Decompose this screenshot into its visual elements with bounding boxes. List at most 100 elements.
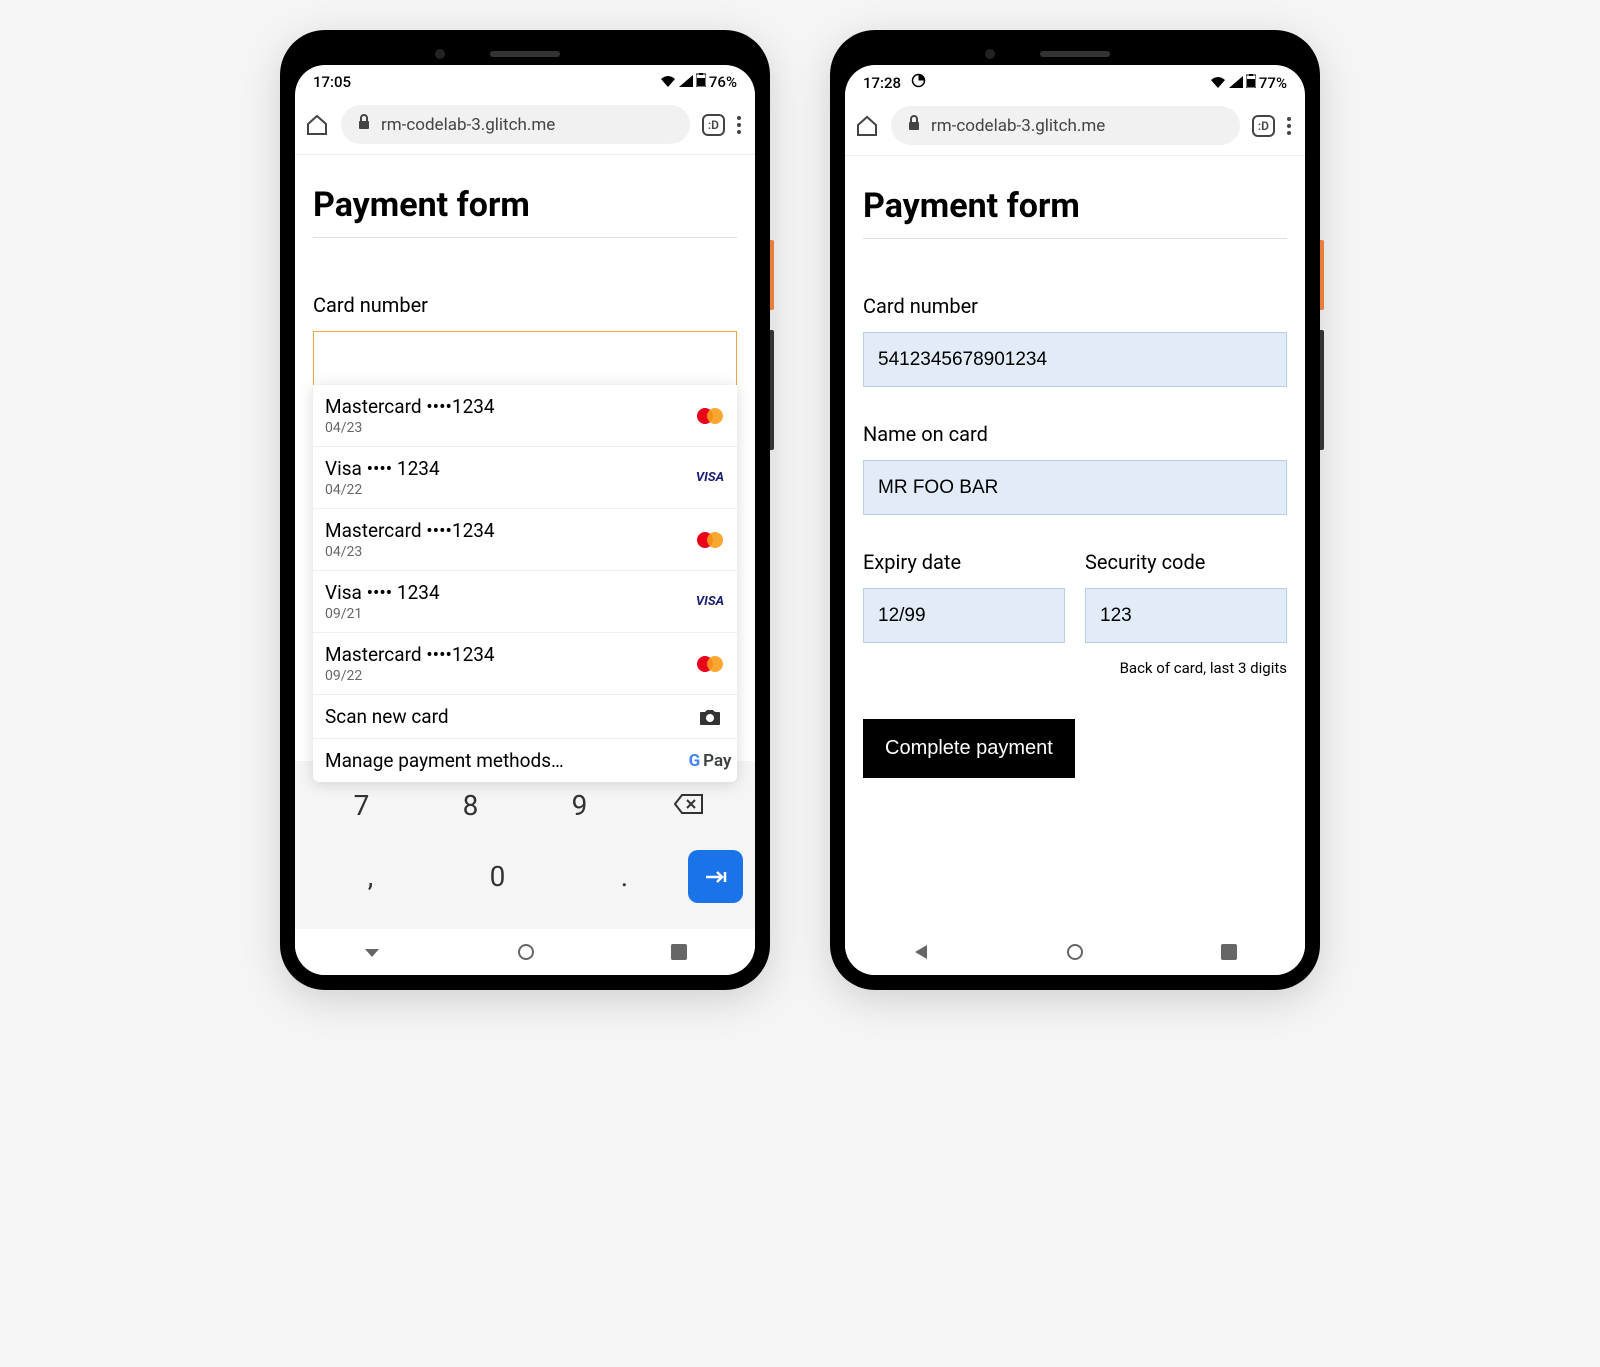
autofill-card-sub: 09/21 (325, 606, 440, 622)
autofill-item[interactable]: Mastercard ••••1234 09/22 (313, 633, 737, 695)
camera-icon (695, 708, 725, 726)
key-0[interactable]: 0 (434, 850, 561, 903)
name-label: Name on card (863, 422, 1287, 446)
scan-card-label: Scan new card (325, 705, 449, 728)
cvc-hint: Back of card, last 3 digits (863, 659, 1287, 677)
page-content: Payment form Card number Mastercard ••••… (295, 155, 755, 761)
status-time: 17:28 (863, 74, 901, 92)
home-icon[interactable] (855, 114, 879, 138)
name-field-group: Name on card (863, 422, 1287, 515)
autofill-card-sub: 04/22 (325, 482, 440, 498)
phone-screen: 17:28 77% rm-codelab-3.glitch.me (845, 65, 1305, 975)
cvc-input[interactable] (1085, 588, 1287, 643)
status-time: 17:05 (313, 73, 351, 91)
autofill-card-sub: 04/23 (325, 420, 495, 436)
visa-icon: VISA (695, 470, 725, 485)
key-9[interactable]: 9 (525, 779, 634, 832)
expiry-field-group: Expiry date (863, 550, 1065, 643)
manage-payment-item[interactable]: Manage payment methods… G Pay (313, 739, 737, 782)
card-number-field-group: Card number (863, 294, 1287, 387)
autofill-card-sub: 04/23 (325, 544, 495, 560)
visa-icon: VISA (695, 594, 725, 609)
scan-card-item[interactable]: Scan new card (313, 695, 737, 739)
battery-level: 77% (1259, 74, 1287, 92)
autofill-card-title: Mastercard ••••1234 (325, 519, 495, 542)
status-right: 77% (1210, 74, 1287, 92)
name-input[interactable] (863, 460, 1287, 515)
battery-level: 76% (709, 73, 737, 91)
speaker-grille (490, 51, 560, 57)
battery-icon (1246, 74, 1256, 92)
nav-recent-icon[interactable] (1221, 944, 1237, 964)
nav-recent-icon[interactable] (671, 944, 687, 964)
autofill-dropdown: Mastercard ••••1234 04/23 Visa •••• 1234… (313, 385, 737, 782)
expiry-input[interactable] (863, 588, 1065, 643)
lock-icon (907, 115, 921, 136)
card-number-field-group: Card number (313, 293, 737, 386)
autofill-item[interactable]: Mastercard ••••1234 04/23 (313, 385, 737, 447)
gpay-icon: G Pay (695, 751, 725, 771)
key-7[interactable]: 7 (307, 779, 416, 832)
status-right: 76% (660, 73, 737, 91)
numeric-keyboard: 7 8 9 , 0 . (295, 761, 755, 929)
lock-icon (357, 114, 371, 135)
android-nav-bar (295, 929, 755, 975)
card-number-label: Card number (313, 293, 737, 317)
nav-back-icon[interactable] (363, 943, 381, 965)
menu-icon[interactable] (737, 116, 741, 134)
wifi-icon (1210, 74, 1226, 92)
autofill-item[interactable]: Visa •••• 1234 04/22 VISA (313, 447, 737, 509)
front-camera (985, 49, 995, 59)
nav-back-icon[interactable] (913, 943, 929, 965)
front-camera (435, 49, 445, 59)
phone-right: 17:28 77% rm-codelab-3.glitch.me (830, 30, 1320, 990)
key-dot[interactable]: . (561, 850, 688, 903)
autofill-card-title: Mastercard ••••1234 (325, 643, 495, 666)
key-8[interactable]: 8 (416, 779, 525, 832)
expiry-label: Expiry date (863, 550, 1065, 574)
nav-home-icon[interactable] (1066, 943, 1084, 965)
key-backspace[interactable] (634, 779, 743, 832)
key-enter[interactable] (688, 850, 743, 903)
autofill-card-title: Mastercard ••••1234 (325, 395, 495, 418)
mastercard-icon (695, 532, 725, 548)
nav-home-icon[interactable] (517, 943, 535, 965)
status-bar: 17:05 76% (295, 65, 755, 95)
speaker-grille (1040, 51, 1110, 57)
menu-icon[interactable] (1287, 117, 1291, 135)
autofill-card-sub: 09/22 (325, 668, 495, 684)
mastercard-icon (695, 408, 725, 424)
address-bar[interactable]: rm-codelab-3.glitch.me (341, 105, 690, 144)
card-number-input[interactable] (863, 332, 1287, 387)
url-text: rm-codelab-3.glitch.me (381, 115, 555, 135)
wifi-icon (660, 73, 676, 91)
autofill-item[interactable]: Visa •••• 1234 09/21 VISA (313, 571, 737, 633)
submit-button[interactable]: Complete payment (863, 719, 1075, 778)
home-icon[interactable] (305, 113, 329, 137)
page-title: Payment form (863, 186, 1287, 239)
browser-toolbar: rm-codelab-3.glitch.me :D (845, 96, 1305, 156)
key-comma[interactable]: , (307, 850, 434, 903)
page-title: Payment form (313, 185, 737, 238)
manage-payment-label: Manage payment methods… (325, 749, 564, 772)
cvc-field-group: Security code (1085, 550, 1287, 643)
status-bar: 17:28 77% (845, 65, 1305, 96)
address-bar[interactable]: rm-codelab-3.glitch.me (891, 106, 1240, 145)
tab-count[interactable]: :D (1252, 115, 1275, 137)
autofill-item[interactable]: Mastercard ••••1234 04/23 (313, 509, 737, 571)
browser-toolbar: rm-codelab-3.glitch.me :D (295, 95, 755, 155)
signal-icon (679, 73, 693, 91)
autofill-card-title: Visa •••• 1234 (325, 581, 440, 604)
android-nav-bar (845, 929, 1305, 975)
phone-left: 17:05 76% (280, 30, 770, 990)
signal-icon (1229, 74, 1243, 92)
phone-screen: 17:05 76% (295, 65, 755, 975)
url-text: rm-codelab-3.glitch.me (931, 116, 1105, 136)
cvc-label: Security code (1085, 550, 1287, 574)
page-content: Payment form Card number Name on card Ex… (845, 156, 1305, 929)
mastercard-icon (695, 656, 725, 672)
card-number-label: Card number (863, 294, 1287, 318)
tab-count[interactable]: :D (702, 114, 725, 136)
card-number-input[interactable] (313, 331, 737, 386)
expiry-cvc-row: Expiry date Security code (863, 550, 1287, 647)
